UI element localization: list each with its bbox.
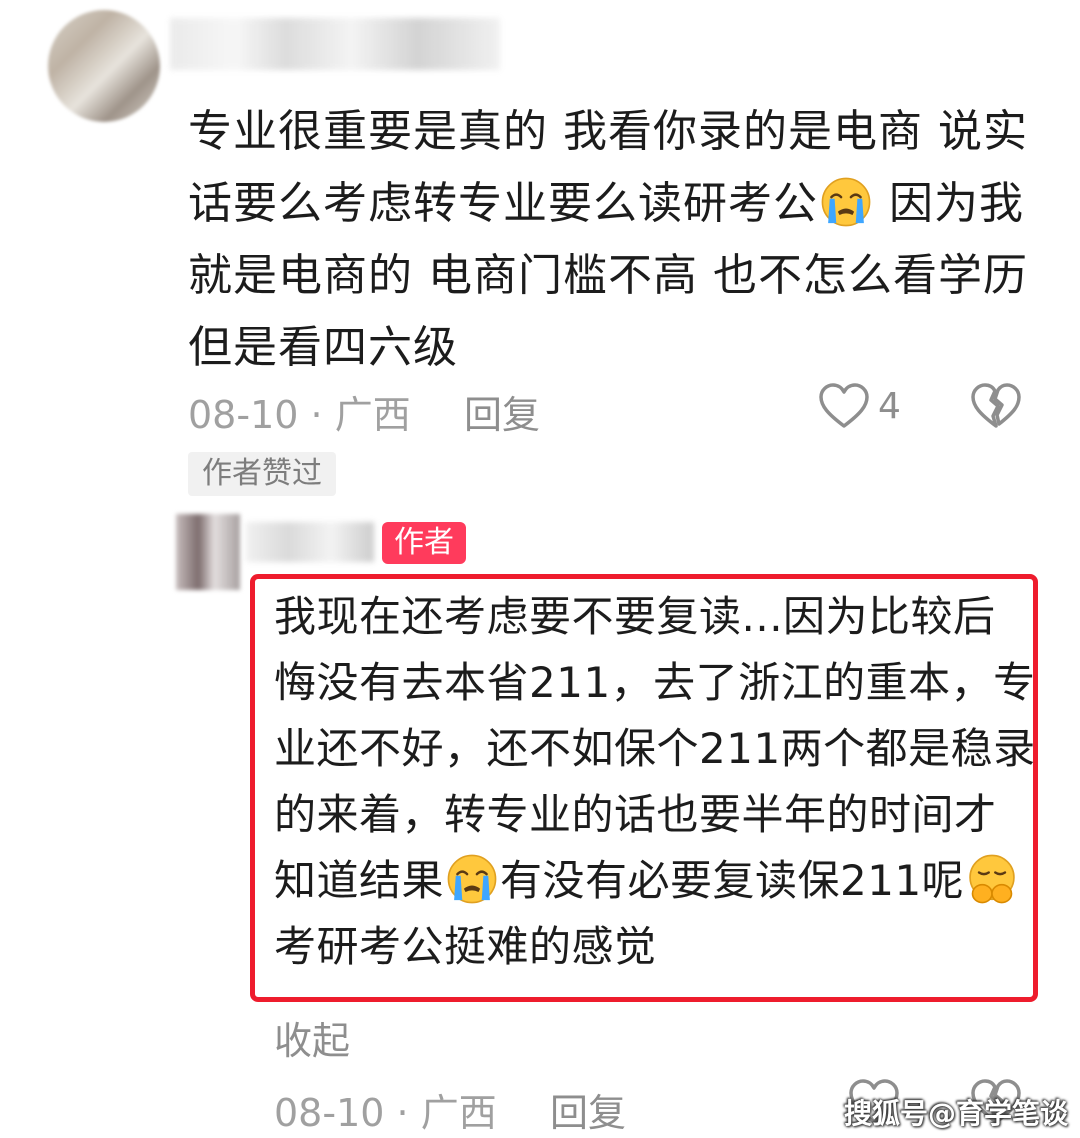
comment-text: 专业很重要是真的 我看你录的是电商 说实话要么考虑转专业要么读研考公 因为我就是… [188,96,1048,384]
pleading-hands-face-icon [969,854,1015,904]
commenter-name-blurred[interactable] [170,18,500,70]
dislike-broken-heart-icon[interactable] [970,382,1022,430]
comment-separator: · [310,393,323,437]
reply-region: 广西 [420,1091,497,1135]
loudly-crying-face-icon [821,177,871,227]
commenter-avatar[interactable] [48,10,160,122]
watermark: 搜狐号@育学笔谈 [843,1097,1068,1130]
like-count: 4 [878,386,901,427]
reply-text-part-3: 考研考公挺难的感觉 [274,922,657,971]
reply-separator: · [396,1091,409,1135]
comment-region: 广西 [334,393,411,437]
like-heart-icon[interactable] [818,382,870,430]
collapse-button[interactable]: 收起 [274,1010,350,1065]
reply-reply-button[interactable]: 回复 [550,1082,626,1137]
author-badge: 作者 [382,522,466,564]
comment-date: 08-10 [188,393,299,437]
reply-meta: 08-10 · 广西 [274,1082,497,1137]
reply-date: 08-10 [274,1091,385,1135]
comment-reply-button[interactable]: 回复 [464,384,540,439]
author-liked-badge: 作者赞过 [188,452,336,496]
reply-author-avatar[interactable] [176,514,240,590]
comment-meta: 08-10 · 广西 [188,384,411,439]
reply-text-part-2: 有没有必要复读保211呢 [500,856,965,905]
loudly-crying-face-icon [447,854,497,904]
reply-text: 我现在还考虑要不要复读...因为比较后悔没有去本省211，去了浙江的重本，专业还… [274,584,1038,980]
reply-author-name-blurred[interactable] [246,522,374,562]
